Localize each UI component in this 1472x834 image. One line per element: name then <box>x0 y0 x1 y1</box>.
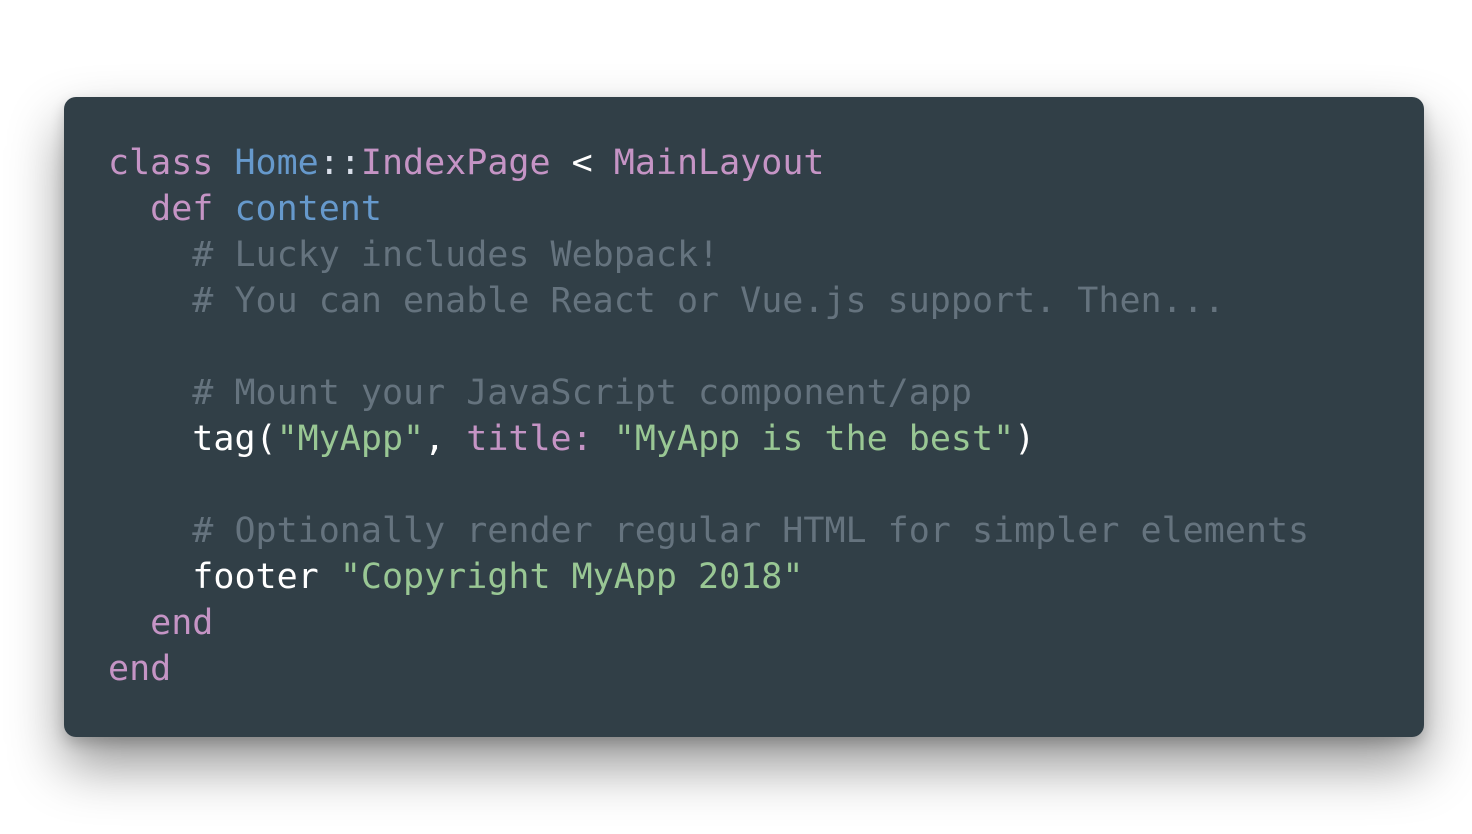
code-token-plain: < <box>550 143 614 183</box>
code-token-plain: footer <box>192 557 319 597</box>
code-token-keyword: MainLayout <box>613 143 825 183</box>
code-token-string: "MyApp" <box>276 419 425 459</box>
code-token-keyword: end <box>108 649 172 689</box>
code-block: class Home::IndexPage < MainLayout def c… <box>108 140 1424 692</box>
code-line: class Home::IndexPage < MainLayout <box>108 140 1424 186</box>
code-line: # Optionally render regular HTML for sim… <box>108 508 1424 554</box>
code-line: end <box>108 600 1424 646</box>
code-token-plain: ) <box>1014 419 1036 459</box>
code-token-string: "Copyright MyApp 2018" <box>339 557 804 597</box>
code-token-keyword: class <box>108 143 214 183</box>
code-token-keyword: title: <box>466 419 593 459</box>
code-token-plain: , <box>424 419 467 459</box>
code-line: footer "Copyright MyApp 2018" <box>108 554 1424 600</box>
code-line: # Mount your JavaScript component/app <box>108 370 1424 416</box>
code-token-comment: # Lucky includes Webpack! <box>192 235 720 275</box>
code-line: # You can enable React or Vue.js support… <box>108 278 1424 324</box>
code-token-keyword: IndexPage <box>360 143 551 183</box>
code-token-punctuation: :: <box>318 143 361 183</box>
code-token-string: "MyApp is the best" <box>613 419 1015 459</box>
code-line: # Lucky includes Webpack! <box>108 232 1424 278</box>
code-token-keyword: end <box>150 603 214 643</box>
code-snippet-card: class Home::IndexPage < MainLayout def c… <box>64 97 1424 737</box>
code-line: end <box>108 646 1424 692</box>
code-token-plain: tag( <box>192 419 277 459</box>
code-token-comment: # Mount your JavaScript component/app <box>192 373 972 413</box>
code-token-class-name: Home <box>234 143 319 183</box>
code-token-keyword: def <box>150 189 214 229</box>
code-token-comment: # Optionally render regular HTML for sim… <box>192 511 1310 551</box>
code-line: def content <box>108 186 1424 232</box>
code-token-method-name: content <box>234 189 382 229</box>
code-token-comment: # You can enable React or Vue.js support… <box>192 281 1225 321</box>
code-line: tag("MyApp", title: "MyApp is the best") <box>108 416 1424 462</box>
